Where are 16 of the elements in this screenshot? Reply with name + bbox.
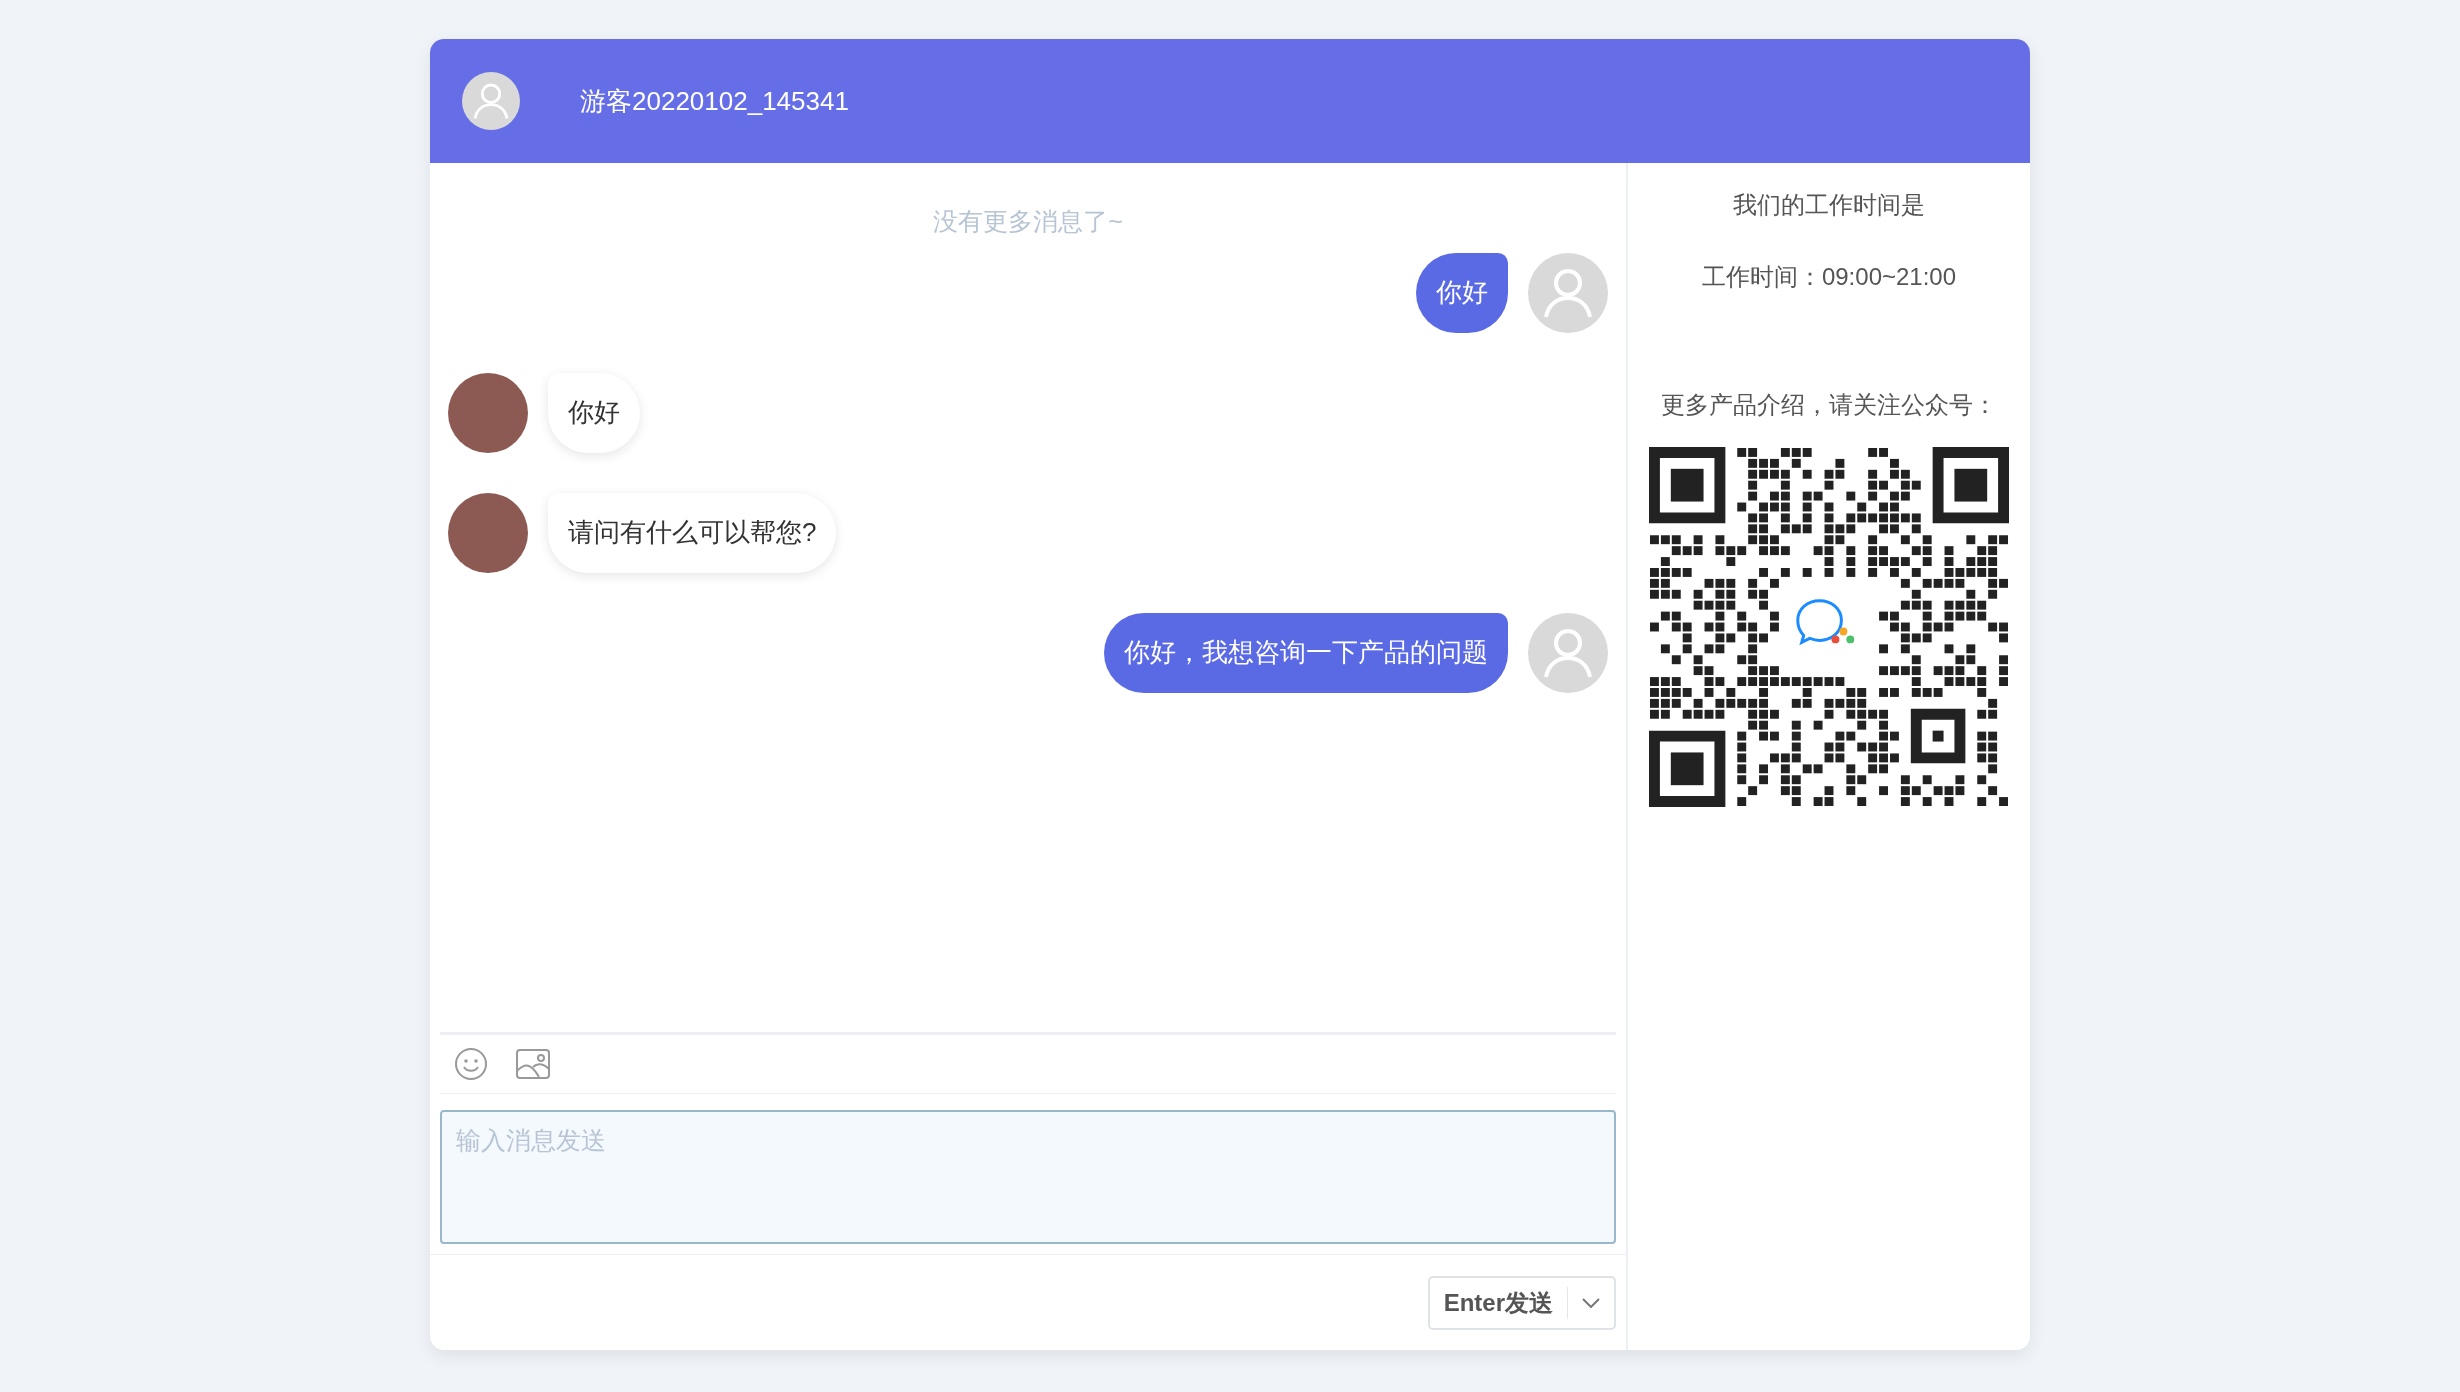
emoji-icon[interactable] (454, 1047, 488, 1081)
message-bubble: 你好 (548, 372, 640, 453)
send-button[interactable]: Enter发送 (1429, 1284, 1567, 1321)
message-bubble: 请问有什么可以帮您? (548, 492, 837, 573)
chat-title: 游客20220102_145341 (580, 84, 849, 118)
history-note: 没有更多消息了~ (932, 206, 1124, 237)
message-input[interactable]: 输入消息发送 (440, 1110, 1616, 1244)
hours-title: 我们的工作时间是 (1733, 190, 1925, 220)
user-avatar-icon (462, 72, 520, 130)
working-hours: 工作时间：09:00~21:00 (1701, 262, 1957, 292)
user-avatar-icon (1528, 252, 1608, 333)
follow-note: 更多产品介绍，请关注公众号： (1661, 390, 1997, 420)
message-bubble: 你好 (1416, 252, 1508, 333)
message-bubble: 你好，我想咨询一下产品的问题 (1104, 612, 1508, 693)
user-avatar-icon (1528, 612, 1608, 693)
image-icon[interactable] (516, 1049, 550, 1079)
